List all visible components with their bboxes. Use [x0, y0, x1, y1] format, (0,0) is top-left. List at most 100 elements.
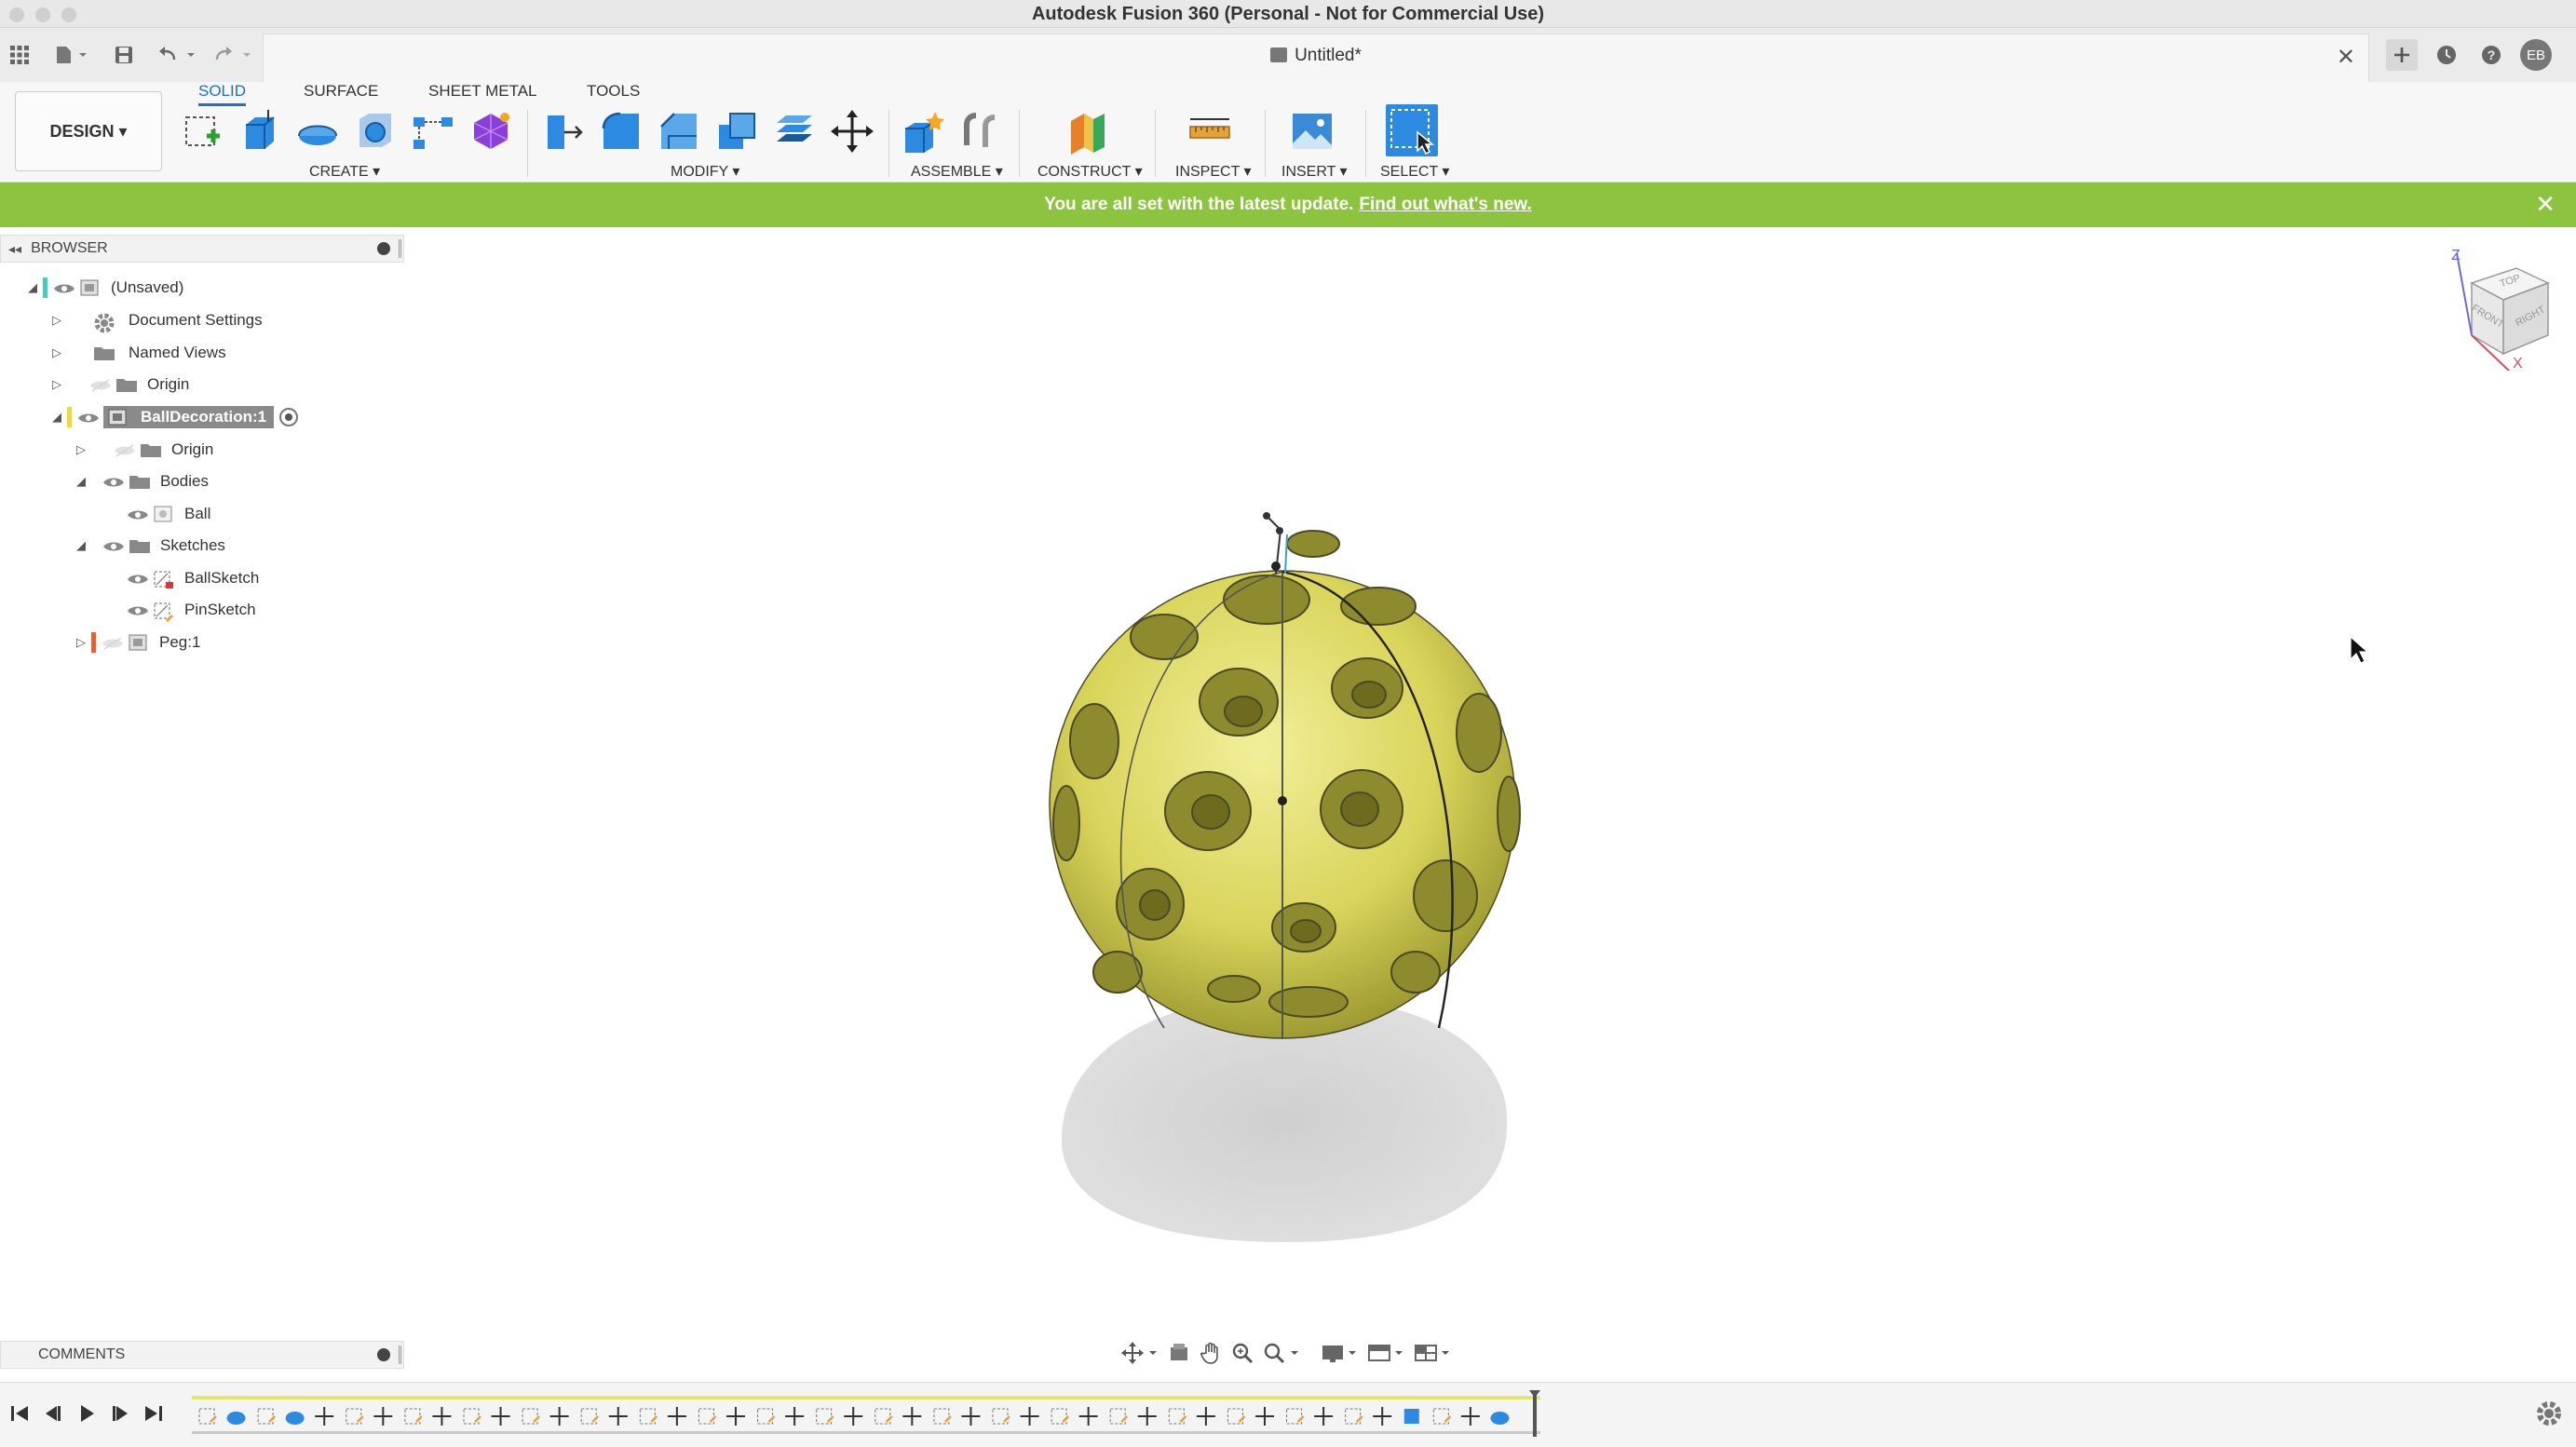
timeline-move-feature-icon[interactable]: [667, 1407, 686, 1426]
timeline-move-feature-icon[interactable]: [315, 1407, 334, 1426]
expand-triangle-icon[interactable]: ▷: [52, 377, 67, 392]
timeline-move-feature-icon[interactable]: [1137, 1407, 1157, 1426]
timeline-sketch-feature-icon[interactable]: [1227, 1408, 1246, 1425]
ball-model[interactable]: [1049, 512, 1521, 1039]
timeline-move-feature-icon[interactable]: [961, 1407, 981, 1426]
timeline-sketch-feature-icon[interactable]: [992, 1408, 1010, 1425]
tree-item-ball-body[interactable]: Ball: [127, 500, 210, 528]
help-icon[interactable]: ?: [2475, 39, 2507, 71]
visibility-eye-icon[interactable]: [127, 507, 149, 521]
assemble-menu[interactable]: ASSEMBLE ▾: [911, 162, 1003, 181]
timeline-sketch-feature-icon[interactable]: [1432, 1408, 1452, 1425]
revolve-icon[interactable]: [294, 108, 341, 155]
timeline-move-feature-icon[interactable]: [785, 1407, 805, 1426]
timeline-move-feature-icon[interactable]: [902, 1407, 922, 1426]
comments-panel[interactable]: COMMENTS: [0, 1341, 404, 1369]
browser-pin-icon[interactable]: [377, 242, 390, 255]
collapse-triangle-icon[interactable]: ◢: [76, 538, 91, 553]
hidden-eye-icon[interactable]: [89, 378, 112, 392]
user-avatar[interactable]: EB: [2520, 39, 2552, 71]
rectangular-pattern-icon[interactable]: [410, 108, 456, 155]
create-sketch-icon[interactable]: [179, 108, 225, 155]
step-forward-icon[interactable]: [108, 1401, 132, 1426]
timeline-move-feature-icon[interactable]: [1196, 1407, 1215, 1426]
create-menu[interactable]: CREATE ▾: [309, 162, 380, 181]
visibility-eye-icon[interactable]: [102, 475, 125, 488]
timeline-sketch-feature-icon[interactable]: [257, 1408, 276, 1425]
tree-item-sketches[interactable]: ◢ Sketches: [76, 532, 225, 560]
visibility-eye-icon[interactable]: [53, 281, 75, 294]
timeline-sketch-feature-icon[interactable]: [639, 1408, 658, 1425]
timeline-move-feature-icon[interactable]: [432, 1407, 452, 1426]
modify-menu[interactable]: MODIFY ▾: [671, 162, 739, 181]
split-face-icon[interactable]: [771, 108, 818, 155]
hidden-eye-icon[interactable]: [114, 443, 136, 457]
timeline-move-feature-icon[interactable]: [1020, 1407, 1039, 1426]
expand-triangle-icon[interactable]: ▷: [52, 345, 67, 360]
browser-header[interactable]: ◂◂ BROWSER: [0, 235, 404, 263]
timeline-body-feature-icon[interactable]: [1403, 1409, 1419, 1424]
viewcube[interactable]: TOP FRONT RIGHT Z X: [2438, 248, 2559, 373]
timeline-move-feature-icon[interactable]: [1373, 1407, 1392, 1426]
timeline-sketch-feature-icon[interactable]: [757, 1408, 776, 1425]
tab-sheet-metal[interactable]: SHEET METAL: [428, 82, 537, 101]
tree-item-document-settings[interactable]: ▷ Document Settings: [52, 306, 263, 334]
workspace-switcher[interactable]: DESIGN ▾: [15, 91, 162, 171]
timeline-sketch-feature-icon[interactable]: [1051, 1408, 1069, 1425]
select-menu[interactable]: SELECT ▾: [1380, 162, 1449, 181]
timeline-move-feature-icon[interactable]: [549, 1407, 569, 1426]
timeline-revolve-feature-icon[interactable]: [226, 1412, 246, 1425]
tree-item-named-views[interactable]: ▷ Named Views: [52, 339, 226, 367]
job-status-clock-icon[interactable]: [2431, 39, 2462, 71]
timeline-move-feature-icon[interactable]: [726, 1407, 745, 1426]
hidden-eye-icon[interactable]: [102, 636, 124, 650]
extrude-icon[interactable]: [237, 108, 283, 155]
comments-pin-icon[interactable]: [377, 1348, 390, 1361]
expand-triangle-icon[interactable]: ▷: [76, 442, 91, 457]
tab-solid[interactable]: SOLID: [198, 82, 247, 106]
timeline-sketch-feature-icon[interactable]: [1109, 1408, 1129, 1425]
orbit-icon[interactable]: [1121, 1341, 1159, 1369]
tab-tools[interactable]: TOOLS: [587, 82, 640, 101]
timeline-move-feature-icon[interactable]: [608, 1407, 628, 1426]
timeline-move-feature-icon[interactable]: [491, 1407, 510, 1426]
activate-radio-icon[interactable]: [279, 408, 299, 426]
timeline-sketch-feature-icon[interactable]: [933, 1408, 952, 1425]
shell-combine-icon[interactable]: [713, 108, 760, 155]
timeline-sketch-feature-icon[interactable]: [1345, 1408, 1363, 1425]
timeline-track[interactable]: [192, 1390, 1540, 1439]
play-icon[interactable]: [75, 1401, 99, 1426]
timeline-sketch-feature-icon[interactable]: [404, 1408, 423, 1425]
select-tool-icon[interactable]: [1386, 104, 1438, 156]
tree-item-pinsketch[interactable]: PinSketch: [127, 596, 256, 624]
tree-item-root[interactable]: ◢ (Unsaved): [28, 274, 183, 302]
zoom-icon[interactable]: [1231, 1342, 1254, 1369]
timeline-sketch-feature-icon[interactable]: [816, 1408, 834, 1425]
fit-zoom-icon[interactable]: [1263, 1342, 1300, 1369]
timeline-move-feature-icon[interactable]: [1314, 1407, 1334, 1426]
tree-item-origin-child[interactable]: ▷ Origin: [76, 436, 213, 464]
construct-menu[interactable]: CONSTRUCT ▾: [1037, 162, 1143, 181]
timeline-sketch-feature-icon[interactable]: [874, 1408, 893, 1425]
visibility-eye-icon[interactable]: [127, 572, 149, 585]
canvas-viewport[interactable]: TOP FRONT RIGHT Z X: [410, 227, 2576, 1373]
timeline-sketch-feature-icon[interactable]: [1286, 1408, 1305, 1425]
tree-item-peg[interactable]: ▷ Peg:1: [76, 629, 200, 656]
joint-icon[interactable]: [957, 108, 1004, 155]
browser-resize-handle[interactable]: [399, 239, 401, 258]
timeline-move-feature-icon[interactable]: [1078, 1407, 1098, 1426]
whats-new-link[interactable]: Find out what's new.: [1359, 195, 1531, 215]
insert-image-icon[interactable]: [1289, 108, 1335, 155]
visibility-eye-icon[interactable]: [77, 411, 100, 424]
timeline-revolve-feature-icon[interactable]: [285, 1412, 305, 1425]
press-pull-icon[interactable]: [540, 108, 587, 155]
viewports-icon[interactable]: [1414, 1342, 1451, 1369]
expand-triangle-icon[interactable]: ▷: [52, 313, 67, 328]
timeline-sketch-feature-icon[interactable]: [522, 1408, 540, 1425]
display-settings-icon[interactable]: [1321, 1342, 1358, 1369]
file-menu-icon[interactable]: [48, 41, 95, 69]
insert-menu[interactable]: INSERT ▾: [1281, 162, 1348, 181]
fillet-icon[interactable]: [598, 108, 644, 155]
go-to-start-icon[interactable]: [7, 1401, 32, 1426]
data-panel-grid-icon[interactable]: [4, 41, 35, 69]
